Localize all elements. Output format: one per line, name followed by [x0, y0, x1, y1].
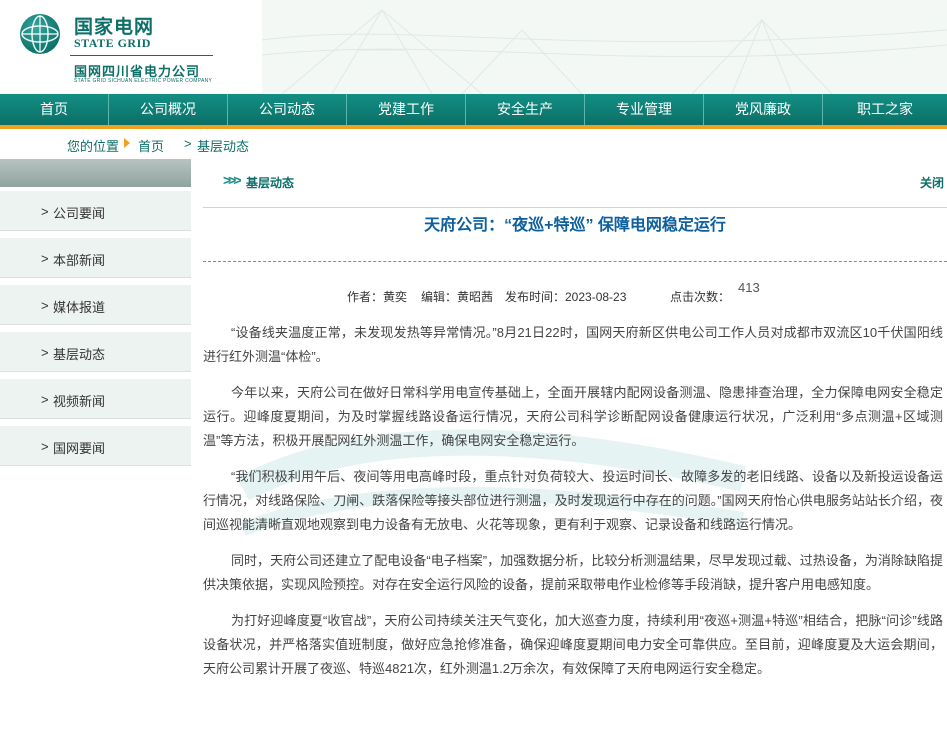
- chevron-right-icon: >: [41, 345, 49, 360]
- logo-cn-text: 国家电网: [74, 17, 155, 38]
- article-body: “设备线夹温度正常，未发现发热等异常情况。”8月21日22时，国网天府新区供电公…: [203, 321, 943, 693]
- sidebar-item-label: 本部新闻: [53, 253, 106, 268]
- breadcrumb-current-link[interactable]: 基层动态: [197, 136, 249, 155]
- sidebar-item-label: 公司要闻: [53, 206, 106, 221]
- logo-divider: [70, 55, 213, 56]
- breadcrumb: 您的位置 首页 > 基层动态: [0, 129, 947, 159]
- title-divider: [203, 261, 947, 262]
- sidebar: > 公司要闻 > 本部新闻 > 媒体报道 > 基层动态 > 视频新闻 > 国网要…: [0, 159, 191, 751]
- nav-safety-production[interactable]: 安全生产: [466, 94, 585, 125]
- breadcrumb-arrow-icon: [124, 138, 130, 148]
- header-decoration: [262, 0, 947, 94]
- chevron-right-icon: >: [41, 251, 49, 266]
- double-chevron-icon: >>>: [223, 172, 241, 188]
- sidebar-item-video-news[interactable]: > 视频新闻: [0, 379, 191, 419]
- article-title: 天府公司：“夜巡+特巡” 保障电网稳定运行: [424, 217, 726, 234]
- article-date: 发布时间：2023-08-23: [505, 290, 627, 304]
- article-editor: 编辑：黄昭茜: [421, 290, 494, 304]
- nav-party-building[interactable]: 党建工作: [347, 94, 466, 125]
- section-header: >>> 基层动态 关闭: [203, 159, 947, 208]
- sidebar-item-media-reports[interactable]: > 媒体报道: [0, 285, 191, 325]
- state-grid-logo-icon: [20, 14, 60, 54]
- breadcrumb-separator: >: [184, 136, 192, 151]
- sidebar-item-company-news[interactable]: > 公司要闻: [0, 191, 191, 231]
- nav-company-news[interactable]: 公司动态: [228, 94, 347, 125]
- site-header: 国家电网 STATE GRID 国网四川省电力公司 STATE GRID SIC…: [0, 0, 947, 94]
- sidebar-item-label: 媒体报道: [53, 300, 106, 315]
- breadcrumb-home-link[interactable]: 首页: [138, 136, 164, 155]
- chevron-right-icon: >: [41, 439, 49, 454]
- company-name-en: STATE GRID SICHUAN ELECTRIC POWER COMPAN…: [74, 78, 213, 84]
- article-paragraph: “设备线夹温度正常，未发现发热等异常情况。”8月21日22时，国网天府新区供电公…: [203, 325, 943, 364]
- breadcrumb-label: 您的位置: [67, 139, 120, 154]
- logo[interactable]: 国家电网 STATE GRID 国网四川省电力公司 STATE GRID SIC…: [0, 0, 262, 94]
- article-paragraph: “我们积极利用午后、夜间等用电高峰时段，重点针对负荷较大、投运时间长、故障多发的…: [203, 469, 943, 532]
- sidebar-item-label: 基层动态: [53, 347, 106, 362]
- nav-integrity[interactable]: 党风廉政: [704, 94, 823, 125]
- sidebar-item-label: 国网要闻: [53, 441, 106, 456]
- click-count-value: 413: [738, 280, 760, 295]
- sidebar-header: [0, 159, 191, 187]
- logo-en-text: STATE GRID: [74, 36, 151, 50]
- chevron-right-icon: >: [41, 298, 49, 313]
- chevron-right-icon: >: [41, 392, 49, 407]
- section-title: 基层动态: [246, 176, 295, 190]
- article-paragraph: 同时，天府公司还建立了配电设备“电子档案”，加强数据分析，比较分析测温结果，尽早…: [203, 553, 943, 592]
- sidebar-item-state-grid-news[interactable]: > 国网要闻: [0, 426, 191, 466]
- article-paragraph: 为打好迎峰度夏“收官战”，天府公司持续关注天气变化，加大巡查力度，持续利用“夜巡…: [203, 613, 943, 676]
- sidebar-item-hq-news[interactable]: > 本部新闻: [0, 238, 191, 278]
- nav-professional-management[interactable]: 专业管理: [585, 94, 704, 125]
- article-paragraph: 今年以来，天府公司在做好日常科学用电宣传基础上，全面开展辖内配网设备测温、隐患排…: [203, 385, 943, 448]
- article-author: 作者：黄奕: [347, 290, 408, 304]
- main-content: >>> 基层动态 关闭 天府公司：“夜巡+特巡” 保障电网稳定运行 作者：黄奕 …: [203, 159, 947, 751]
- sidebar-item-label: 视频新闻: [53, 394, 106, 409]
- close-link[interactable]: 关闭: [920, 174, 944, 191]
- main-nav: 首页 公司概况 公司动态 党建工作 安全生产 专业管理 党风廉政 职工之家: [0, 94, 947, 129]
- nav-company-overview[interactable]: 公司概况: [109, 94, 228, 125]
- sidebar-item-grassroots-news[interactable]: > 基层动态: [0, 332, 191, 372]
- click-count-label: 点击次数：: [670, 290, 731, 304]
- nav-home[interactable]: 首页: [0, 94, 109, 125]
- nav-staff-home[interactable]: 职工之家: [823, 94, 947, 125]
- chevron-right-icon: >: [41, 204, 49, 219]
